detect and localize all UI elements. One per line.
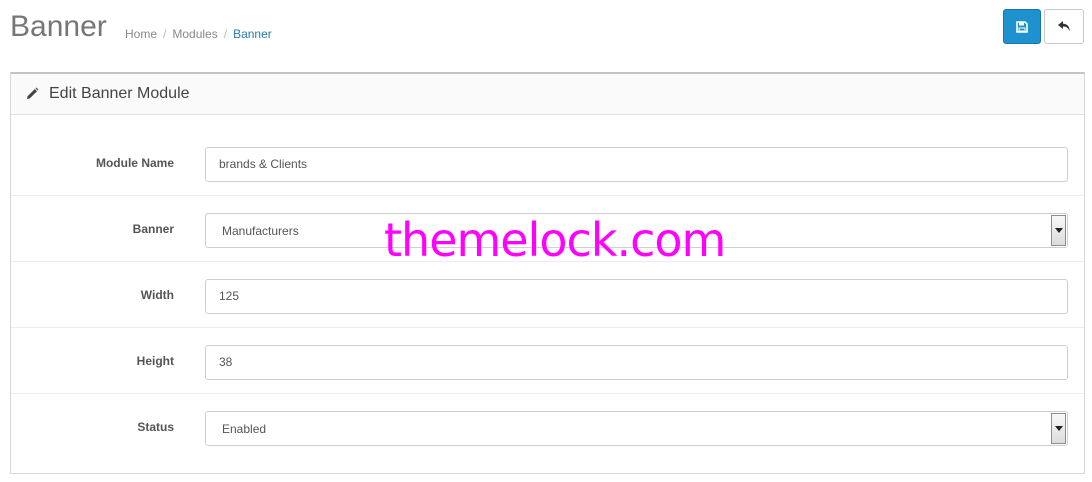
breadcrumb-home[interactable]: Home [125, 27, 157, 41]
status-selected-value: Enabled [222, 422, 267, 436]
chevron-down-icon[interactable] [1051, 215, 1066, 246]
form-row-width: Width 125 [11, 262, 1084, 328]
edit-panel: Edit Banner Module Module Name brands & … [10, 72, 1085, 474]
width-input[interactable]: 125 [205, 279, 1068, 314]
panel-title: Edit Banner Module [49, 85, 190, 102]
chevron-down-icon[interactable] [1051, 413, 1066, 444]
status-select[interactable]: Enabled [205, 411, 1068, 446]
breadcrumb: Home / Modules / Banner [125, 27, 272, 41]
status-label: Status [137, 420, 174, 434]
width-label: Width [140, 288, 174, 302]
banner-label: Banner [132, 222, 174, 236]
breadcrumb-banner[interactable]: Banner [233, 27, 272, 41]
form-row-module-name: Module Name brands & Clients [11, 130, 1084, 196]
pencil-icon [27, 87, 39, 99]
form-row-status: Status Enabled [11, 394, 1084, 460]
banner-selected-value: Manufacturers [222, 224, 299, 238]
breadcrumb-modules[interactable]: Modules [172, 27, 217, 41]
breadcrumb-separator: / [163, 27, 167, 41]
floppy-disk-icon [1016, 20, 1028, 33]
height-input[interactable]: 38 [205, 345, 1068, 380]
panel-heading: Edit Banner Module [11, 74, 1084, 115]
banner-select[interactable]: Manufacturers [205, 213, 1068, 248]
form-row-banner: Banner Manufacturers [11, 196, 1084, 262]
page-title: Banner [10, 10, 107, 43]
form-row-height: Height 38 [11, 328, 1084, 394]
module-name-label: Module Name [95, 156, 174, 170]
reply-arrow-icon [1057, 21, 1070, 32]
module-name-input[interactable]: brands & Clients [205, 147, 1068, 182]
save-button[interactable] [1003, 9, 1041, 44]
back-button[interactable] [1044, 9, 1084, 44]
breadcrumb-separator: / [223, 27, 228, 41]
height-label: Height [136, 354, 174, 368]
